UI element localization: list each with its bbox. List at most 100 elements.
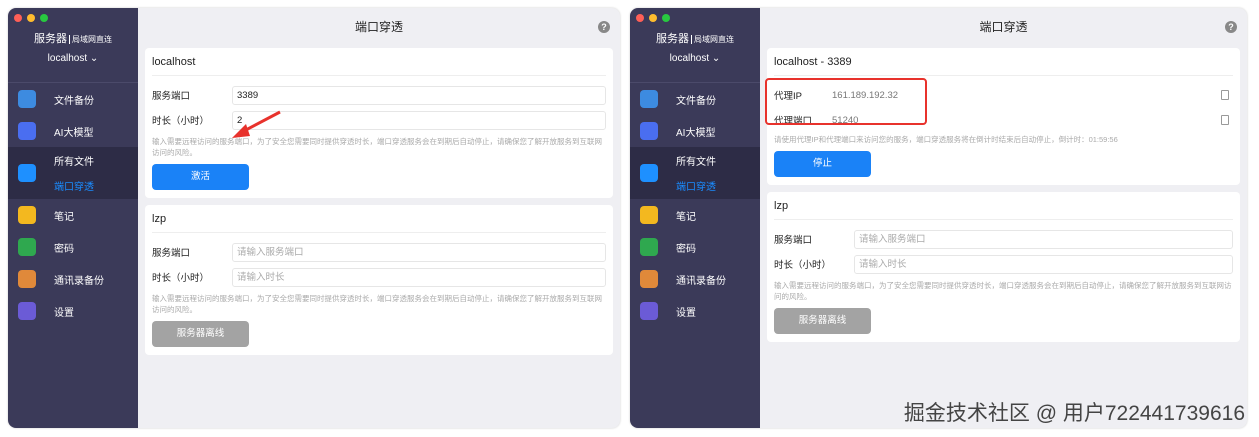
help-icon[interactable]: ? [1225,21,1237,33]
sidebar-item-label: AI大模型 [676,127,716,139]
input[interactable]: 请输入时长 [232,267,606,287]
sidebar-item[interactable]: 所有文件 端口穿透 [630,147,760,199]
minimize-button[interactable] [27,14,35,22]
highlight-box-annotation [765,78,927,125]
page-title: 端口穿透 [979,20,1028,34]
card-title: localhost [152,48,606,76]
sidebar: 服务器 局域网直连 localhost ⌄ 文件备份 AI大模型所有文件端口穿透笔记… [630,8,760,428]
sidebar-item-icon [640,90,658,108]
sidebar-item-label: 通讯录备份 [676,275,726,287]
duration-label: 时长（小时） [774,260,832,271]
close-button[interactable] [636,14,644,22]
sidebar-item[interactable]: 通讯录备份 [8,263,138,295]
host-label: localhost [669,53,710,64]
brand-sub: 局域网直连 [691,35,734,44]
sidebar-item[interactable]: 通讯录备份 [630,263,760,295]
sidebar-item-icon [18,270,36,288]
sidebar-item-icon [640,122,658,140]
sidebar-item[interactable]: 设置 [8,295,138,327]
sidebar-item-label: 密码 [54,243,74,255]
sidebar-item-label: 所有文件 [676,157,716,168]
host-card: lzp 服务端口 请输入服务端口 时长（小时） 请输入时长 输入需要远程访问的服务端… [767,192,1240,342]
input[interactable]: 请输入服务端口 [232,242,606,262]
port-label: 服务端口 [152,248,191,259]
server-offline-button[interactable]: 服务器离线 [774,308,871,334]
sidebar-item-icon [18,90,36,108]
host-selector[interactable]: localhost ⌄ [8,53,138,64]
activate-button[interactable]: 激活 [152,164,249,190]
sidebar-item[interactable]: 所有文件 端口穿透 [8,147,138,199]
zoom-button[interactable] [40,14,48,22]
watermark: 掘金技术社区 @ 用户722441739616 [903,402,1245,425]
port-label: 服务端口 [152,91,191,102]
minimize-button[interactable] [649,14,657,22]
sidebar: 服务器 局域网直连 localhost ⌄ 文件备份 AI大模型所有文件端口穿透笔记… [8,8,138,428]
sidebar-item-icon [18,238,36,256]
sidebar-item-label: 设置 [54,307,74,319]
app-window-after: 服务器 局域网直连 localhost ⌄ 文件备份 AI大模型 所有文件 端口穿透 笔记… [630,8,1247,428]
sidebar-item-label: 文件备份 [54,95,94,107]
zoom-button[interactable] [662,14,670,22]
brand: 服务器 局域网直连 [630,30,760,46]
sidebar-item-icon [640,164,658,182]
hint-text: 输入需要远程访问的服务端口，为了安全您需要同时提供穿透时长，端口穿透服务会在到期… [774,281,1232,301]
brand-name: 服务器 [34,33,67,45]
sidebar-item-label: 密码 [676,243,696,255]
host-selector[interactable]: localhost ⌄ [630,53,760,64]
sidebar-item-label: AI大模型 [54,127,94,139]
hint-text: 输入需要远程访问的服务端口，为了安全您需要同时提供穿透时长，端口穿透服务会在到期… [152,137,602,157]
active-host-card: localhost - 3389 代理IP 161.189.192.32 代理端口… [765,48,1240,185]
help-icon[interactable]: ? [598,21,610,33]
sidebar-item-label: 笔记 [54,211,74,223]
sidebar-item-icon [18,164,36,182]
sidebar-item[interactable]: 设置 [630,295,760,327]
card-title: localhost - 3389 [774,48,1233,76]
copy-icon[interactable] [1221,115,1229,125]
card-title: lzp [152,205,606,233]
sidebar-item[interactable]: AI大模型 [630,115,760,147]
main-panel: 端口穿透? localhost 服务端口 3389 时长（小时） 2 输入需要远程访… [138,8,620,428]
server-offline-button[interactable]: 服务器离线 [152,321,249,347]
host-card: localhost 服务端口 3389 时长（小时） 2 输入需要远程访问的服务端口… [145,48,613,198]
input[interactable]: 2 [232,110,606,130]
sidebar-item-icon [18,302,36,320]
port-label: 服务端口 [774,235,813,246]
sidebar-item-icon [18,206,36,224]
page-title: 端口穿透 [354,20,403,34]
red-arrow-annotation [232,110,281,138]
sidebar-item-label: 所有文件 [54,157,94,168]
sidebar-item-icon [640,238,658,256]
sidebar-item-label: 文件备份 [676,95,716,107]
sidebar-subitem-port-forward[interactable]: 端口穿透 [676,178,716,193]
app-window-before: 服务器 局域网直连 localhost ⌄ 文件备份 AI大模型 所有文件 端口穿透 笔记… [8,8,620,428]
sidebar-item-label: 笔记 [676,211,696,223]
brand: 服务器 局域网直连 [8,30,138,46]
sidebar-item[interactable]: 文件备份 [630,83,760,115]
sidebar-item-icon [640,302,658,320]
sidebar-item-icon [640,270,658,288]
brand-sub: 局域网直连 [69,35,112,44]
sidebar-item[interactable]: 笔记 [630,199,760,231]
main-panel: 端口穿透? localhost - 3389 代理IP 161.189.192.3… [760,8,1247,428]
sidebar-item[interactable]: 密码 [630,231,760,263]
card-title: lzp [774,192,1233,220]
copy-icon[interactable] [1221,90,1229,100]
chevron-down-icon: ⌄ [89,53,99,64]
sidebar-subitem-port-forward[interactable]: 端口穿透 [54,178,94,193]
input[interactable]: 请输入时长 [854,254,1233,274]
input[interactable]: 3389 [232,85,606,105]
input[interactable]: 请输入服务端口 [854,229,1233,249]
countdown-hint: 请使用代理IP和代理端口来访问您的服务，端口穿透服务将在倒计时结束后自动停止，倒… [774,135,1118,144]
duration-label: 时长（小时） [152,116,210,127]
sidebar-item[interactable]: 密码 [8,231,138,263]
host-label: localhost [47,53,88,64]
sidebar-item[interactable]: 文件备份 [8,83,138,115]
sidebar-item-icon [18,122,36,140]
stop-button[interactable]: 停止 [774,151,871,177]
host-card: lzp 服务端口 请输入服务端口 时长（小时） 请输入时长 输入需要远程访问的服务端… [145,205,613,355]
sidebar-item[interactable]: 笔记 [8,199,138,231]
sidebar-item[interactable]: AI大模型 [8,115,138,147]
close-button[interactable] [14,14,22,22]
sidebar-item-icon [640,206,658,224]
chevron-down-icon: ⌄ [711,53,721,64]
